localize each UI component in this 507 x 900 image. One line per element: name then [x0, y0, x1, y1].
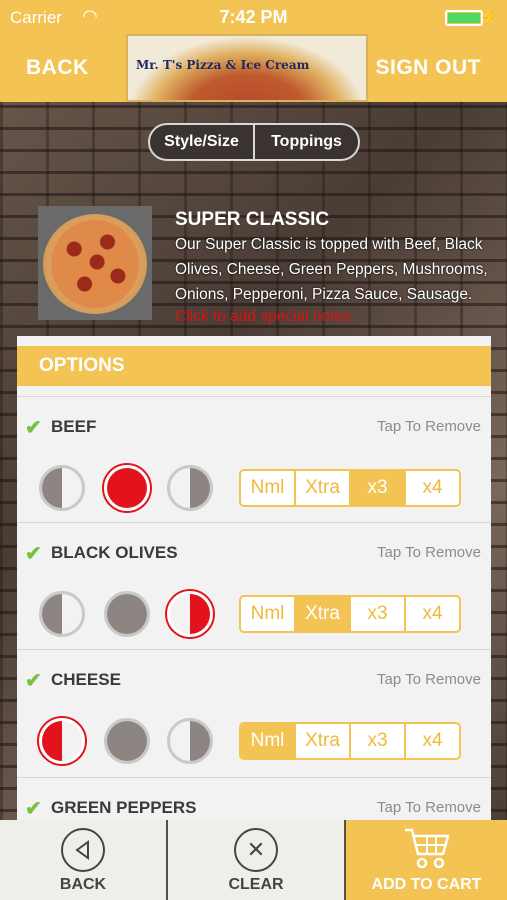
whole-placement-button[interactable] — [104, 465, 150, 511]
bottom-back-button[interactable]: BACK — [0, 820, 166, 900]
battery-icon — [445, 10, 483, 26]
quantity-selector: Nml Xtra x3 x4 — [239, 595, 461, 633]
quantity-selector: Nml Xtra x3 x4 — [239, 722, 461, 760]
quantity-option-nml[interactable]: Nml — [241, 597, 294, 631]
topping-name: BEEF — [51, 417, 97, 436]
tab-style-size[interactable]: Style/Size — [150, 125, 253, 159]
topping-name: CHEESE — [51, 670, 121, 689]
topping-name: BLACK OLIVES — [51, 543, 178, 562]
add-to-cart-button[interactable]: ADD TO CART — [344, 820, 507, 900]
quantity-option-x3[interactable]: x3 — [349, 471, 404, 505]
product-description: Our Super Classic is topped with Beef, B… — [175, 236, 488, 303]
quantity-option-nml[interactable]: Nml — [241, 471, 294, 505]
right-half-placement-button[interactable] — [167, 718, 213, 764]
product-title: SUPER CLASSIC — [175, 209, 330, 230]
tab-bar: Style/Size Toppings — [148, 123, 360, 161]
back-arrow-icon — [61, 828, 105, 872]
clear-label: CLEAR — [228, 876, 284, 893]
cart-icon — [404, 828, 449, 869]
clock: 7:42 PM — [219, 7, 288, 27]
quantity-option-x3[interactable]: x3 — [349, 724, 404, 758]
clear-button[interactable]: ✕ CLEAR — [166, 820, 344, 900]
options-panel: OPTIONS ✔ BEEF Tap To Remove Nml Xtra x3 x4 ✔ BL… — [17, 336, 491, 820]
tab-toppings[interactable]: Toppings — [253, 125, 358, 159]
quantity-option-xtra[interactable]: Xtra — [294, 471, 349, 505]
quantity-option-xtra[interactable]: Xtra — [294, 724, 349, 758]
topping-row: ✔GREEN PEPPERSTap To RemoveNmlXtrax3x4 — [17, 777, 491, 820]
product-image — [38, 206, 152, 320]
topping-row: ✔ CHEESE Tap To Remove Nml Xtra x3 x4 — [17, 649, 491, 769]
tap-to-remove-button[interactable]: Tap To Remove — [377, 544, 481, 561]
status-bar: Carrier ◠ 7:42 PM ⚡ — [0, 0, 507, 36]
left-half-placement-button[interactable] — [39, 591, 85, 637]
quantity-option-x4[interactable]: x4 — [404, 471, 459, 505]
whole-placement-button[interactable] — [104, 591, 150, 637]
left-half-placement-button[interactable] — [39, 718, 85, 764]
quantity-option-xtra[interactable]: Xtra — [294, 597, 349, 631]
quantity-option-x3[interactable]: x3 — [349, 597, 404, 631]
check-icon: ✔ — [25, 417, 42, 439]
logo-text: Mr. T's Pizza & Ice Cream — [136, 58, 310, 72]
topping-name: GREEN PEPPERS — [51, 798, 197, 817]
bottom-back-label: BACK — [59, 876, 107, 893]
tap-to-remove-button[interactable]: Tap To Remove — [377, 799, 481, 816]
add-to-cart-label: ADD TO CART — [371, 876, 482, 893]
special-notes-link[interactable]: Click to add special notes. — [175, 308, 355, 326]
bottom-bar: BACK ✕ CLEAR ADD TO CART — [0, 820, 507, 900]
quantity-selector: Nml Xtra x3 x4 — [239, 469, 461, 507]
tap-to-remove-button[interactable]: Tap To Remove — [377, 671, 481, 688]
tap-to-remove-button[interactable]: Tap To Remove — [377, 418, 481, 435]
topping-row: ✔ BEEF Tap To Remove Nml Xtra x3 x4 — [17, 396, 491, 516]
back-button[interactable]: BACK — [26, 56, 89, 80]
check-icon: ✔ — [25, 543, 42, 565]
quantity-option-x4[interactable]: x4 — [404, 724, 459, 758]
quantity-option-nml[interactable]: Nml — [241, 724, 294, 758]
top-bar: Carrier ◠ 7:42 PM ⚡ BACK Mr. T's Pizza &… — [0, 0, 507, 102]
clear-icon: ✕ — [234, 828, 278, 872]
quantity-option-x4[interactable]: x4 — [404, 597, 459, 631]
logo: Mr. T's Pizza & Ice Cream — [126, 34, 368, 102]
check-icon: ✔ — [25, 798, 42, 820]
sign-out-button[interactable]: SIGN OUT — [375, 56, 481, 80]
topping-row: ✔ BLACK OLIVES Tap To Remove Nml Xtra x3 x4 — [17, 522, 491, 642]
check-icon: ✔ — [25, 670, 42, 692]
whole-placement-button[interactable] — [104, 718, 150, 764]
options-header: OPTIONS — [17, 346, 491, 386]
right-half-placement-button[interactable] — [167, 465, 213, 511]
right-half-placement-button[interactable] — [167, 591, 213, 637]
left-half-placement-button[interactable] — [39, 465, 85, 511]
charging-icon: ⚡ — [479, 9, 499, 26]
